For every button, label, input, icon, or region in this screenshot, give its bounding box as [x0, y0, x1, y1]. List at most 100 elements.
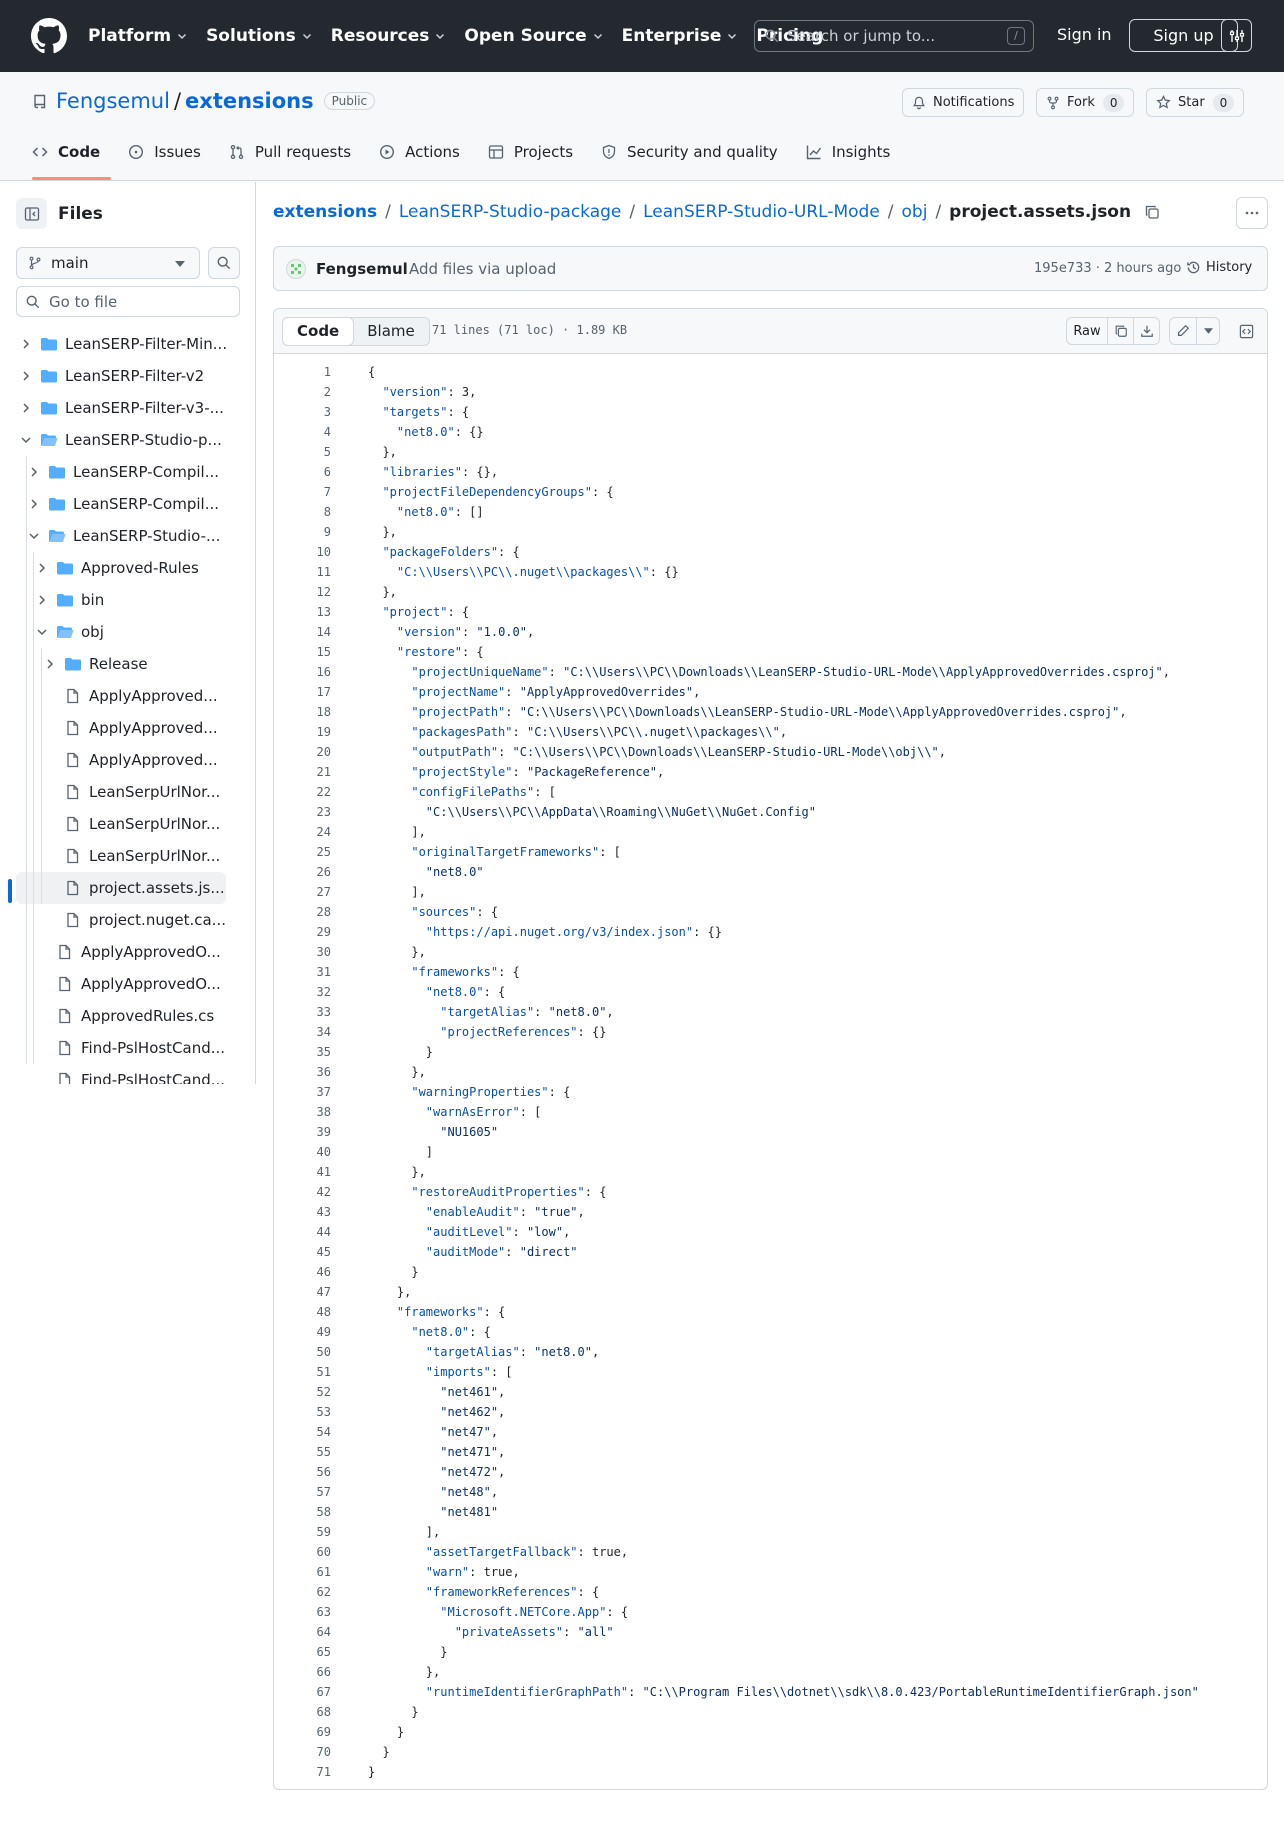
line-number[interactable]: 18 [274, 702, 331, 722]
line-number[interactable]: 8 [274, 502, 331, 522]
line-number[interactable]: 38 [274, 1102, 331, 1122]
line-number[interactable]: 41 [274, 1162, 331, 1182]
branch-selector[interactable]: main [16, 247, 200, 279]
line-number[interactable]: 67 [274, 1682, 331, 1702]
line-number[interactable]: 66 [274, 1662, 331, 1682]
tab-code[interactable]: Code [32, 138, 100, 165]
line-number[interactable]: 71 [274, 1762, 331, 1782]
tree-folder[interactable]: Approved-Rules [0, 552, 256, 584]
line-number[interactable]: 31 [274, 962, 331, 982]
line-number[interactable]: 35 [274, 1042, 331, 1062]
line-number[interactable]: 48 [274, 1302, 331, 1322]
code-content[interactable]: 1{2 "version": 3, 3 "targets": {4 "net8.0… [274, 355, 1267, 1782]
line-number[interactable]: 50 [274, 1342, 331, 1362]
avatar[interactable] [286, 259, 306, 279]
line-number[interactable]: 3 [274, 402, 331, 422]
code-view-tab[interactable]: Code [282, 317, 355, 346]
tab-security-and-quality[interactable]: Security and quality [601, 138, 778, 165]
sign-in-link[interactable]: Sign in [1057, 25, 1112, 44]
line-number[interactable]: 16 [274, 662, 331, 682]
star-button[interactable]: Star 0 [1146, 88, 1245, 117]
commit-message[interactable]: Add files via upload [409, 260, 556, 278]
line-number[interactable]: 40 [274, 1142, 331, 1162]
tree-folder[interactable]: LeanSERP-Studio-... [0, 520, 256, 552]
line-number[interactable]: 58 [274, 1502, 331, 1522]
tree-file[interactable]: Find-PslHostCand... [0, 1064, 256, 1084]
tree-file[interactable]: ApplyApproved... [0, 744, 256, 776]
line-number[interactable]: 13 [274, 602, 331, 622]
line-number[interactable]: 65 [274, 1642, 331, 1662]
chevron-down-icon[interactable] [18, 432, 34, 448]
line-number[interactable]: 56 [274, 1462, 331, 1482]
line-number[interactable]: 69 [274, 1722, 331, 1742]
tree-file[interactable]: ApplyApproved... [0, 712, 256, 744]
line-number[interactable]: 42 [274, 1182, 331, 1202]
nav-item-resources[interactable]: Resources [331, 26, 447, 46]
tab-pull-requests[interactable]: Pull requests [229, 138, 351, 165]
line-number[interactable]: 24 [274, 822, 331, 842]
copy-raw-button[interactable] [1107, 317, 1134, 345]
line-number[interactable]: 20 [274, 742, 331, 762]
line-number[interactable]: 68 [274, 1702, 331, 1722]
tree-file[interactable]: ApplyApprovedO... [0, 936, 256, 968]
tree-folder[interactable]: obj [0, 616, 256, 648]
line-number[interactable]: 49 [274, 1322, 331, 1342]
line-number[interactable]: 57 [274, 1482, 331, 1502]
chevron-right-icon[interactable] [18, 368, 34, 384]
line-number[interactable]: 53 [274, 1402, 331, 1422]
tree-file[interactable]: Find-PslHostCand... [0, 1032, 256, 1064]
line-number[interactable]: 26 [274, 862, 331, 882]
line-number[interactable]: 22 [274, 782, 331, 802]
line-number[interactable]: 60 [274, 1542, 331, 1562]
history-button[interactable]: History [1186, 260, 1252, 275]
chevron-right-icon[interactable] [42, 656, 58, 672]
tab-issues[interactable]: Issues [128, 138, 201, 165]
tree-file[interactable]: ApplyApproved... [0, 680, 256, 712]
line-number[interactable]: 46 [274, 1262, 331, 1282]
repo-name-link[interactable]: extensions [185, 89, 314, 113]
line-number[interactable]: 52 [274, 1382, 331, 1402]
collapse-sidebar-button[interactable] [16, 198, 47, 229]
chevron-right-icon[interactable] [26, 464, 42, 480]
tree-folder[interactable]: LeanSERP-Compil... [0, 456, 256, 488]
tree-folder[interactable]: Release [0, 648, 256, 680]
tree-file[interactable]: LeanSerpUrlNor... [0, 840, 256, 872]
chevron-right-icon[interactable] [18, 400, 34, 416]
line-number[interactable]: 30 [274, 942, 331, 962]
line-number[interactable]: 43 [274, 1202, 331, 1222]
tab-insights[interactable]: Insights [806, 138, 890, 165]
tree-folder[interactable]: LeanSERP-Filter-v2 [0, 360, 256, 392]
line-number[interactable]: 34 [274, 1022, 331, 1042]
notifications-button[interactable]: Notifications [902, 88, 1025, 117]
tab-actions[interactable]: Actions [379, 138, 460, 165]
nav-item-open-source[interactable]: Open Source [464, 26, 603, 46]
chevron-right-icon[interactable] [18, 336, 34, 352]
line-number[interactable]: 32 [274, 982, 331, 1002]
search-input[interactable]: Search or jump to... / [754, 20, 1034, 52]
copy-path-icon[interactable] [1144, 204, 1160, 220]
line-number[interactable]: 63 [274, 1602, 331, 1622]
tree-file[interactable]: project.assets.js... [16, 872, 226, 904]
line-number[interactable]: 28 [274, 902, 331, 922]
appearance-settings-button[interactable] [1221, 19, 1252, 52]
line-number[interactable]: 37 [274, 1082, 331, 1102]
line-number[interactable]: 9 [274, 522, 331, 542]
line-number[interactable]: 6 [274, 462, 331, 482]
chevron-right-icon[interactable] [34, 560, 50, 576]
line-number[interactable]: 5 [274, 442, 331, 462]
tree-folder[interactable]: bin [0, 584, 256, 616]
tree-file[interactable]: ApprovedRules.cs [0, 1000, 256, 1032]
raw-button[interactable]: Raw [1066, 317, 1108, 345]
line-number[interactable]: 17 [274, 682, 331, 702]
chevron-down-icon[interactable] [34, 624, 50, 640]
fork-button[interactable]: Fork 0 [1036, 88, 1135, 117]
line-number[interactable]: 29 [274, 922, 331, 942]
line-number[interactable]: 54 [274, 1422, 331, 1442]
blame-view-tab[interactable]: Blame [353, 318, 429, 345]
nav-item-enterprise[interactable]: Enterprise [622, 26, 739, 46]
tree-file[interactable]: project.nuget.ca... [0, 904, 256, 936]
line-number[interactable]: 45 [274, 1242, 331, 1262]
line-number[interactable]: 27 [274, 882, 331, 902]
edit-file-button[interactable] [1169, 317, 1197, 345]
line-number[interactable]: 61 [274, 1562, 331, 1582]
